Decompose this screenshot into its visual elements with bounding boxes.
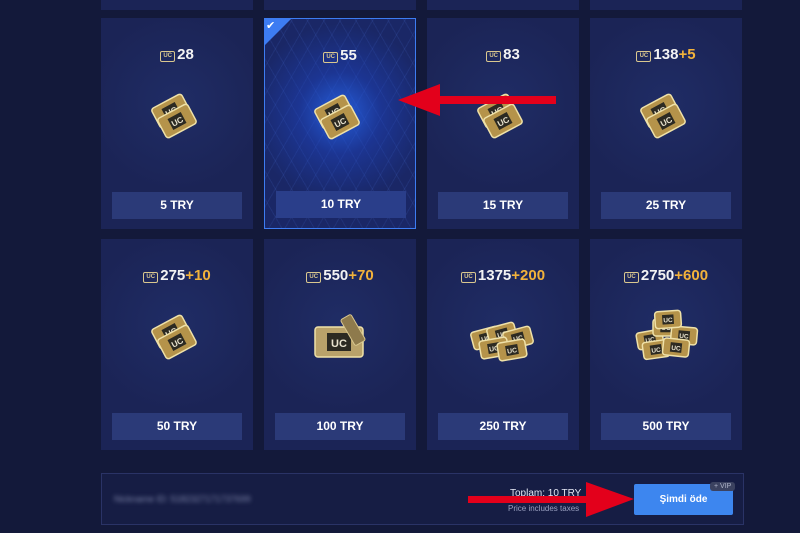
uc-base-amount: 550 [323,267,349,284]
card-remnant [101,0,253,10]
uc-amount: UC 2750+600 [590,267,742,284]
card-remnant [264,0,416,10]
uc-icon: UC [323,52,339,63]
uc-amount: UC 55 [265,47,415,64]
uc-base-amount: 28 [177,46,194,63]
uc-amount: UC 1375+200 [427,267,579,284]
annotation-arrow [398,84,556,116]
uc-pack-icon: UCUC [307,89,373,154]
vip-badge: + VIP [710,482,736,491]
uc-amount: UC 28 [101,46,253,63]
uc-package-card[interactable]: UC138+5 UCUC 25 TRY [590,18,742,229]
card-remnant [427,0,579,10]
uc-icon: UC [460,272,476,283]
checkout-bar: Nickname ID: 5182327171737699 Toplam: 10… [101,473,744,525]
uc-icon: UC [306,272,322,283]
uc-package-card[interactable]: UC1375+200 UCUCUCUCUC 250 TRY [427,239,579,450]
uc-package-card[interactable]: UC 550+70 UC 100 TRY [264,239,416,450]
svg-text:UC: UC [671,345,681,353]
uc-icon: UC [486,51,502,62]
svg-text:UC: UC [651,347,662,355]
annotation-arrow [468,482,634,517]
svg-text:UC: UC [331,338,347,350]
uc-package-card[interactable]: UC275+10 UCUC 50 TRY [101,239,253,450]
price-button[interactable]: 25 TRY [601,192,731,219]
svg-text:UC: UC [663,317,673,325]
uc-bonus-amount: +5 [678,46,696,63]
uc-package-card[interactable]: UC28 UCUC 5 TRY [101,18,253,229]
price-button[interactable]: 15 TRY [438,192,568,219]
uc-pack-icon: UCUCUCUCUCUC [633,309,699,374]
uc-amount: UC 550+70 [264,267,416,284]
uc-base-amount: 275 [160,267,186,284]
price-button[interactable]: 100 TRY [275,413,405,440]
uc-pack-icon: UC [307,309,373,374]
uc-pack-icon: UCUC [633,88,699,153]
uc-icon: UC [160,51,176,62]
uc-pack-icon: UCUC [144,88,210,153]
uc-base-amount: 1375 [477,267,512,284]
uc-icon: UC [636,51,652,62]
uc-pack-icon: UCUCUCUCUC [470,309,536,374]
uc-package-card[interactable]: ✔ UC55 UCUC 10 TRY [264,18,416,229]
uc-package-card[interactable]: UC2750+600UCUCUCUCUCUC500 TRY [590,239,742,450]
uc-package-card[interactable]: UC83UCUC15 TRY [427,18,579,229]
uc-bonus-amount: +10 [185,267,211,284]
uc-icon: UC [143,272,159,283]
player-id-text: Nickname ID: 5182327171737699 [114,494,251,504]
uc-amount: UC 275+10 [101,267,253,284]
price-button[interactable]: 250 TRY [438,413,568,440]
uc-amount: UC 138+5 [590,46,742,63]
uc-base-amount: 83 [503,46,520,63]
uc-base-amount: 138 [653,46,679,63]
price-button[interactable]: 10 TRY [276,191,406,218]
uc-bonus-amount: +600 [674,267,709,284]
uc-pack-icon: UCUC [144,309,210,374]
uc-icon: UC [623,272,639,283]
price-button[interactable]: 500 TRY [601,413,731,440]
uc-base-amount: 55 [340,47,357,64]
price-button[interactable]: 5 TRY [112,192,242,219]
uc-base-amount: 2750 [640,267,675,284]
uc-amount: UC 83 [427,46,579,63]
price-button[interactable]: 50 TRY [112,413,242,440]
uc-bonus-amount: +70 [348,267,374,284]
selected-check-icon: ✔ [265,19,291,45]
card-remnant [590,0,742,10]
uc-bonus-amount: +200 [511,267,546,284]
check-mark-icon: ✔ [266,20,276,32]
